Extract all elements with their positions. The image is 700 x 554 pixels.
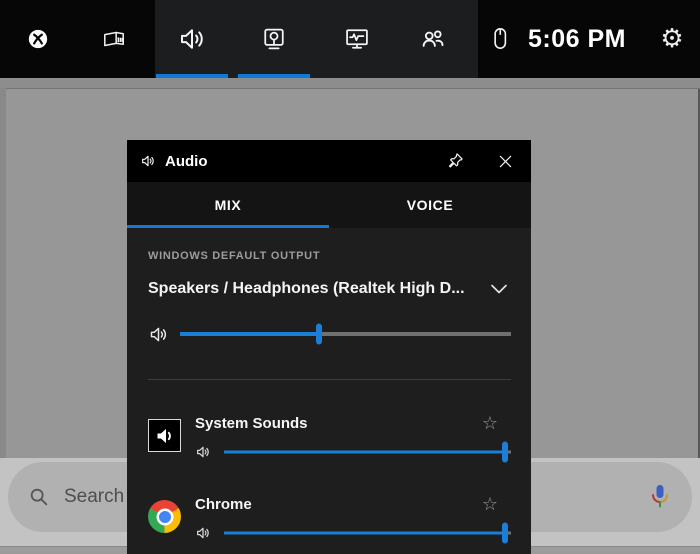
active-tab-indicator [127, 225, 329, 228]
output-section-label: WINDOWS DEFAULT OUTPUT [148, 250, 511, 262]
pin-button[interactable] [442, 148, 468, 174]
system-sounds-icon [148, 419, 181, 452]
chevron-down-icon [487, 277, 511, 301]
panel-title: Audio [165, 153, 208, 170]
speaker-icon [195, 444, 211, 460]
capture-widget-button[interactable] [238, 0, 310, 78]
tab-voice[interactable]: VOICE [329, 182, 531, 228]
audio-widget-button[interactable] [156, 0, 228, 78]
tab-mix[interactable]: MIX [127, 182, 329, 228]
close-button[interactable] [492, 148, 518, 174]
settings-gear-icon[interactable]: ⚙ [655, 0, 689, 78]
audio-widget-panel: Audio MIX VOICE WINDOWS DEFAULT OUTPUT S… [127, 140, 531, 554]
game-bar-toolbar: 5:06 PM ⚙ [0, 0, 700, 78]
chrome-logo [148, 500, 181, 533]
audio-widget-icon [177, 24, 207, 54]
app-volume-row-chrome: Chrome ☆ [148, 494, 511, 545]
xbox-button[interactable] [22, 0, 54, 78]
social-widget-icon [418, 24, 448, 54]
system-sounds-volume-slider[interactable] [224, 440, 511, 464]
speaker-icon [195, 525, 211, 541]
capture-widget-active-indicator [238, 74, 310, 78]
google-mic-icon[interactable] [648, 482, 672, 512]
slider-fill [180, 332, 319, 336]
app-body: System Sounds ☆ [195, 413, 511, 464]
game-bar-overlay-screen: Search [0, 0, 700, 554]
social-widget-button[interactable] [417, 0, 449, 78]
app-volume-row-system-sounds: System Sounds ☆ [148, 413, 511, 464]
clock: 5:06 PM [528, 0, 648, 78]
performance-widget-button[interactable] [341, 0, 373, 78]
slider-fill [224, 532, 505, 535]
output-device-dropdown[interactable]: Speakers / Headphones (Realtek High D... [148, 277, 511, 301]
audio-tabs: MIX VOICE [127, 182, 531, 228]
app-name: Chrome [195, 496, 252, 513]
audio-widget-active-indicator [156, 74, 228, 78]
background-window-top-edge [0, 78, 700, 89]
mouse-passthrough-button[interactable] [486, 0, 514, 78]
slider-thumb[interactable] [316, 324, 322, 345]
slider-fill [224, 451, 505, 454]
mix-tab-content: WINDOWS DEFAULT OUTPUT Speakers / Headph… [127, 228, 531, 545]
mouse-icon [487, 25, 513, 53]
xbox-logo [27, 28, 49, 50]
master-volume-row [148, 322, 511, 346]
section-divider [148, 379, 511, 380]
star-icon[interactable]: ☆ [482, 415, 498, 433]
app-name: System Sounds [195, 415, 308, 432]
speaker-icon [148, 324, 169, 345]
performance-widget-icon [343, 25, 371, 53]
search-icon [28, 486, 50, 508]
widget-menu-button[interactable] [98, 0, 130, 78]
chrome-volume-slider[interactable] [224, 521, 511, 545]
master-volume-slider[interactable] [180, 322, 511, 346]
search-placeholder: Search [64, 486, 124, 508]
audio-panel-header: Audio [127, 140, 531, 182]
output-device-name: Speakers / Headphones (Realtek High D... [148, 280, 465, 298]
star-icon[interactable]: ☆ [482, 496, 498, 514]
speaker-icon [140, 153, 156, 169]
slider-thumb[interactable] [502, 523, 508, 544]
widgets-icon [101, 26, 127, 52]
slider-thumb[interactable] [502, 442, 508, 463]
capture-widget-icon [260, 25, 288, 53]
app-body: Chrome ☆ [195, 494, 511, 545]
